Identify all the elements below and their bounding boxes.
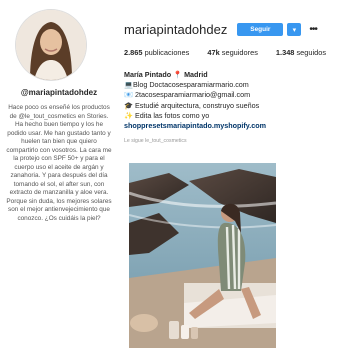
bio-line-blog: 💻Blog Doctacosesparamiarmario.com xyxy=(124,80,249,90)
caption-panel: @mariapintadohdez Hace poco os enseñé lo… xyxy=(0,0,118,350)
follow-button[interactable]: Seguir xyxy=(237,23,284,36)
profile-header: mariapintadohdez Seguir ▾ ••• 2.865 publ… xyxy=(122,0,350,150)
stat-following[interactable]: 1.348 seguidos xyxy=(276,48,326,57)
bio-name: María Pintado 📍 Madrid xyxy=(124,70,208,79)
followed-by-text[interactable]: Le sigue le_tout_cosmetics xyxy=(124,138,187,144)
profile-handle: mariapintadohdez xyxy=(124,22,228,37)
chevron-down-icon[interactable]: ▾ xyxy=(287,23,302,36)
bio-link[interactable]: shoppresetsmariapintado.myshopify.com xyxy=(124,121,344,131)
stat-posts-value: 2.865 xyxy=(124,48,143,57)
bio-line-presets: ✨ Edita las fotos como yo xyxy=(124,110,210,120)
stat-followers-label: seguidores xyxy=(221,48,258,57)
more-options-icon[interactable]: ••• xyxy=(309,24,317,35)
stat-following-value: 1.348 xyxy=(275,48,295,57)
bio-line-email: 📧 2tacosesparamiarmario@gmail.com xyxy=(124,90,251,100)
avatar[interactable] xyxy=(16,10,86,80)
stat-followers[interactable]: 47k seguidores xyxy=(207,48,258,57)
caption-text: Hace poco os enseñé los productos de @le… xyxy=(6,104,112,222)
profile-top-row: mariapintadohdez Seguir ▾ ••• xyxy=(124,22,318,37)
stat-posts: 2.865 publicaciones xyxy=(124,48,189,57)
stat-followers-value: 47k xyxy=(207,48,220,57)
stat-following-label: seguidos xyxy=(296,48,327,57)
stat-posts-label: publicaciones xyxy=(144,48,190,57)
bio-line-studies: 🎓 Estudié arquitectura, construyo sueños xyxy=(124,100,260,110)
post-photo[interactable] xyxy=(129,163,276,348)
beach-photo-illustration xyxy=(129,163,276,348)
profile-bio: María Pintado 📍 Madrid 💻Blog Doctacosesp… xyxy=(124,70,344,131)
caption-username[interactable]: @mariapintadohdez xyxy=(10,88,108,97)
instagram-post-screenshot: @mariapintadohdez Hace poco os enseñé lo… xyxy=(0,0,350,350)
profile-stats: 2.865 publicaciones 47k seguidores 1.348… xyxy=(124,48,344,57)
